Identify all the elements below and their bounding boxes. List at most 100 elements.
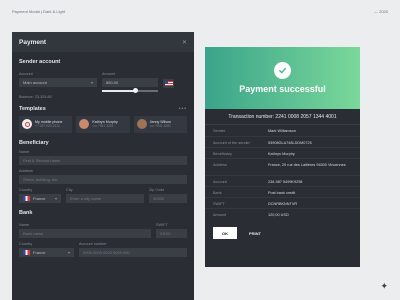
detail-key: Account of the sender — [213, 141, 250, 145]
bank-name-group: Name Bank name — [19, 219, 151, 238]
zip-input[interactable]: 00000 — [149, 193, 187, 203]
city-input[interactable]: Enter a city name — [66, 193, 144, 203]
modal-title: Payment — [19, 38, 47, 46]
template-item[interactable]: Kathryn Murphy •••• 7941 3281 — [76, 115, 130, 133]
currency-group — [163, 75, 174, 92]
address-label: Address — [19, 168, 33, 173]
detail-key: Amount — [213, 213, 227, 217]
country-group: Country France ▾ — [19, 184, 61, 203]
address-input[interactable]: Street, building, etc. — [19, 174, 187, 184]
address-placeholder: Street, building, etc. — [23, 176, 59, 182]
amount-slider-fill — [102, 90, 136, 92]
bank-country-value: France — [33, 249, 46, 255]
payment-receipt: Payment successful Transaction number: 2… — [205, 47, 360, 267]
amount-group: Amount 880,00 — [102, 68, 158, 93]
success-title: Payment successful — [239, 84, 326, 94]
detail-key: SWIFT — [213, 202, 225, 206]
detail-value: 236-987 5499K9298 — [268, 180, 303, 184]
amount-value: 880,00 — [106, 80, 119, 85]
modal-header: Payment ✕ — [12, 32, 194, 52]
account-number-label: Account number — [79, 241, 107, 246]
more-icon[interactable]: ••• — [179, 106, 187, 112]
detail-key: Beneficiary — [213, 152, 232, 156]
templates-title: Templates — [19, 105, 46, 112]
chevron-down-icon: ▾ — [54, 195, 57, 201]
beneficiary-name-placeholder: First & Second name — [23, 157, 61, 163]
page-caption: Payment Modal | Dark & Light — [12, 9, 66, 14]
detail-value: Post bank credit — [268, 191, 296, 195]
swift-group: SWIFT XXXX — [156, 219, 187, 238]
template-detail: •••• 7941 3281 — [92, 124, 114, 128]
print-button[interactable]: PRINT — [243, 227, 267, 239]
payment-modal: Payment ✕ Sender account Account Main ac… — [12, 32, 194, 300]
detail-value: France, 29 rue des Laitières 94300 Vince… — [268, 163, 346, 167]
page-year: — 2020 — [373, 9, 388, 14]
account-number-placeholder: 0000 0000 0000 0000 000 — [83, 249, 130, 255]
detail-key: Sender — [213, 129, 226, 133]
balance-text: Balance: 23,325.80 — [19, 94, 52, 99]
city-placeholder: Enter a city name — [70, 195, 102, 201]
ok-button[interactable]: OK — [213, 227, 237, 239]
detail-row: Address France, 29 rue des Laitières 9430… — [205, 158, 360, 175]
detail-row: Beneficiary Kathryn Murphy — [205, 147, 360, 158]
sender-title: Sender account — [19, 59, 61, 65]
template-detail: •••• 7941 3281 — [149, 124, 171, 128]
amount-input[interactable]: 880,00 — [102, 78, 158, 87]
chevron-down-icon: ▾ — [67, 249, 70, 255]
bank-country-label: Country — [19, 241, 33, 246]
account-number-group: Account number 0000 0000 0000 0000 000 — [79, 238, 187, 257]
transaction-number: Transaction number: 2241 0008 2057 1344 … — [228, 114, 337, 120]
us-flag-icon — [164, 81, 173, 86]
account-value: Main account — [23, 80, 47, 85]
beneficiary-title: Beneficiary — [19, 139, 49, 146]
bank-country-group: Country France ▾ — [19, 238, 74, 257]
swift-label: SWIFT — [156, 222, 168, 227]
account-label: Account — [19, 72, 33, 76]
detail-value: Mark Williamson — [268, 129, 296, 133]
templates-list: My mobile phone +7 287 020-0110 Kathryn … — [19, 115, 187, 133]
detail-row: SWIFT DCNRBKNNTVR — [205, 197, 360, 208]
beneficiary-name-label: Name — [19, 149, 30, 154]
country-label: Country — [19, 187, 33, 192]
detail-value: DCNRBKNNTVR — [268, 202, 298, 206]
account-select[interactable]: Main account ▾ — [19, 78, 97, 87]
bank-name-input[interactable]: Bank name — [19, 228, 151, 238]
receipt-actions: OK PRINT — [205, 219, 360, 239]
swift-input[interactable]: XXXX — [156, 228, 187, 238]
bank-name-label: Name — [19, 222, 30, 227]
receipt-details: Sender Mark Williamson Account of the sen… — [205, 125, 360, 219]
detail-row: Bank Post bank credit — [205, 186, 360, 197]
template-item[interactable]: Jenny Wilson •••• 7941 3281 — [133, 115, 187, 133]
detail-key: Account — [213, 180, 227, 184]
city-group: City Enter a city name — [66, 184, 144, 203]
sender-section: Sender account Account Main account ▾ Am… — [12, 59, 194, 257]
amount-slider[interactable] — [102, 88, 158, 93]
france-flag-icon — [23, 195, 30, 201]
avatar — [136, 119, 147, 129]
detail-row: Amount 120,00 USD — [205, 208, 360, 219]
detail-row: Account 236-987 5499K9298 — [205, 175, 360, 186]
currency-select[interactable] — [163, 79, 174, 88]
account-number-input[interactable]: 0000 0000 0000 0000 000 — [79, 247, 187, 257]
detail-row: Account of the sender 53908GLA748LDDM0725 — [205, 136, 360, 147]
detail-value: 120,00 USD — [268, 213, 289, 217]
france-flag-icon — [23, 249, 30, 255]
bank-name-placeholder: Bank name — [23, 230, 44, 236]
detail-value: 53908GLA748LDDM0725 — [268, 141, 312, 145]
templates-header: Templates ••• — [19, 106, 187, 112]
close-icon[interactable]: ✕ — [182, 39, 187, 46]
zip-placeholder: 00000 — [153, 195, 165, 201]
zip-label: Zip Code — [149, 187, 165, 192]
swift-placeholder: XXXX — [160, 230, 171, 236]
beneficiary-name-input[interactable]: First & Second name — [19, 155, 187, 165]
bank-country-select[interactable]: France ▾ — [19, 247, 74, 257]
template-item[interactable]: My mobile phone +7 287 020-0110 — [19, 115, 73, 133]
amount-slider-handle[interactable] — [133, 88, 139, 93]
amount-label: Amount — [102, 72, 116, 76]
country-select[interactable]: France ▾ — [19, 193, 61, 203]
city-label: City — [66, 187, 73, 192]
detail-row: Sender Mark Williamson — [205, 125, 360, 136]
country-value: France — [33, 195, 46, 201]
sparkle-icon: ✦ — [380, 281, 388, 291]
detail-key: Bank — [213, 191, 222, 195]
